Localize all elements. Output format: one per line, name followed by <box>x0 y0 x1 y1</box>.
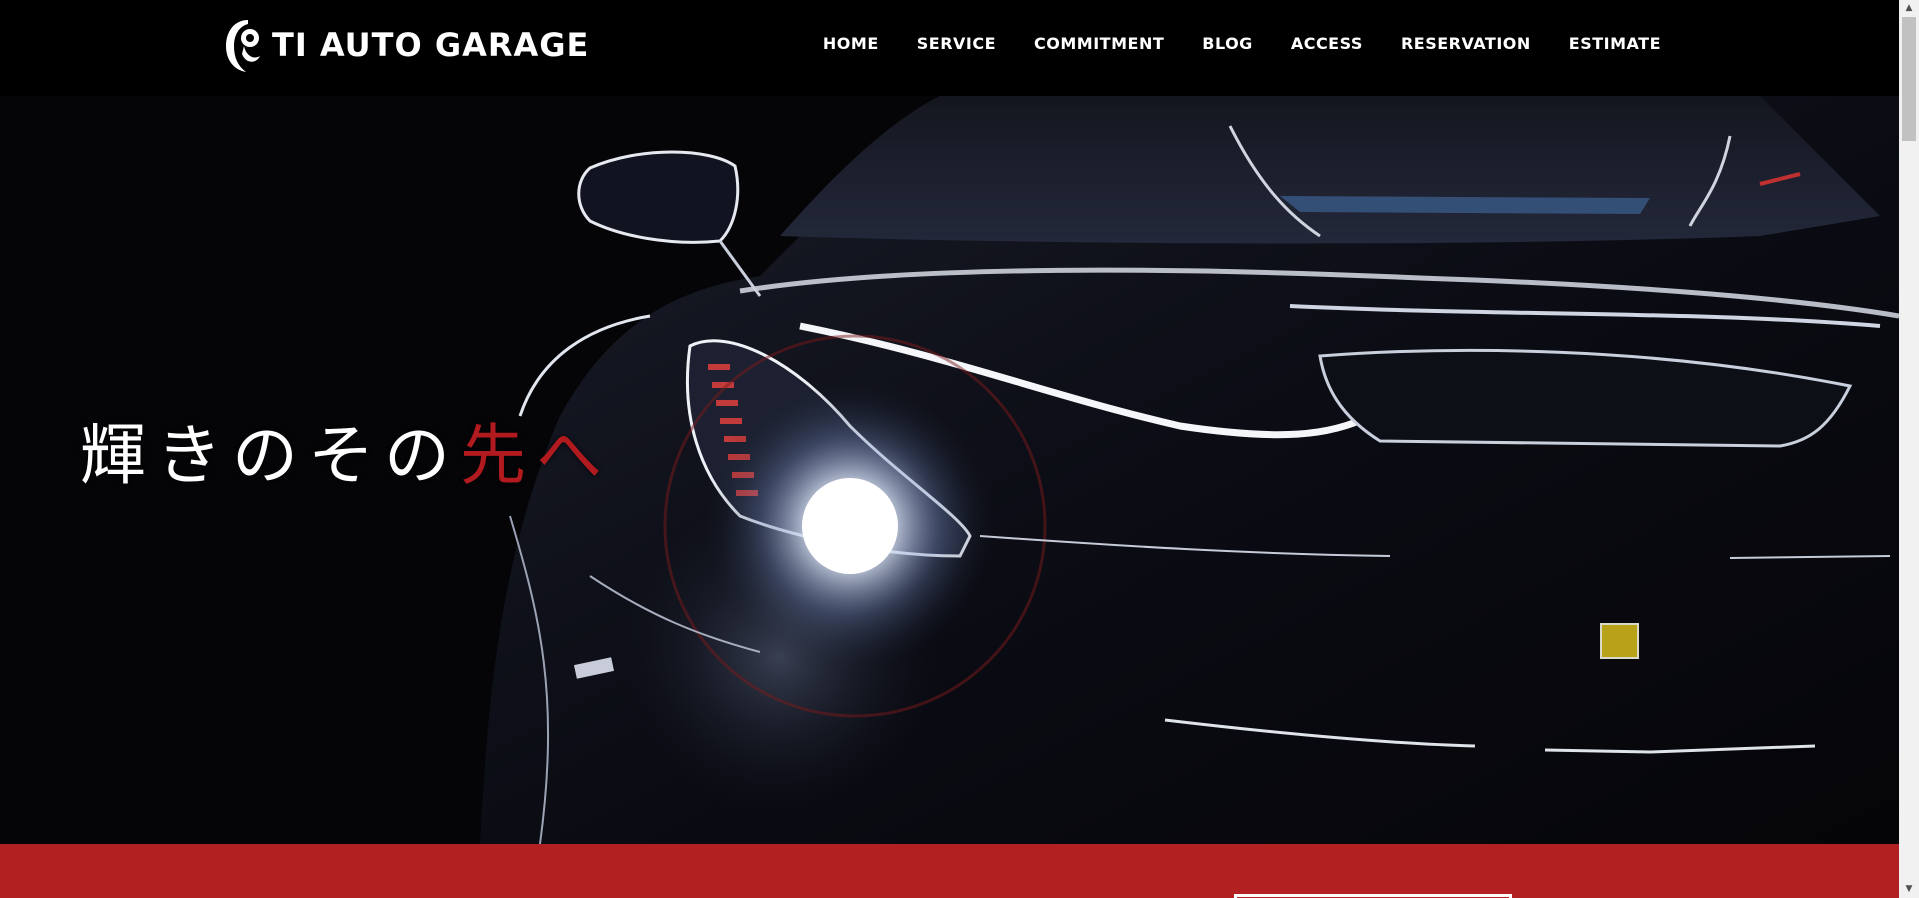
nav-blog[interactable]: BLOG <box>1202 34 1253 53</box>
scrollbar-thumb[interactable] <box>1902 17 1916 141</box>
nav-access[interactable]: ACCESS <box>1291 34 1363 53</box>
hero-banner: 輝きのその先へ <box>0 96 1899 844</box>
nav-reservation[interactable]: RESERVATION <box>1401 34 1531 53</box>
red-info-band <box>0 844 1899 898</box>
logo-mark-icon <box>226 20 260 72</box>
site-logo[interactable]: TI AUTO GARAGE <box>224 16 589 74</box>
nav-home[interactable]: HOME <box>823 34 879 53</box>
hero-tagline: 輝きのその先へ <box>80 402 612 498</box>
tagline-accent-text: 先へ <box>460 417 612 494</box>
vertical-scrollbar[interactable]: ▲ ▼ <box>1899 0 1919 898</box>
tagline-main-text: 輝きのその <box>80 417 460 494</box>
main-nav: HOME SERVICE COMMITMENT BLOG ACCESS RESE… <box>823 34 1661 53</box>
site-header: TI AUTO GARAGE HOME SERVICE COMMITMENT B… <box>0 0 1899 96</box>
nav-service[interactable]: SERVICE <box>917 34 996 53</box>
nav-estimate[interactable]: ESTIMATE <box>1569 34 1661 53</box>
scroll-down-arrow-icon[interactable]: ▼ <box>1899 881 1919 898</box>
scroll-up-arrow-icon[interactable]: ▲ <box>1899 0 1919 17</box>
page: TI AUTO GARAGE HOME SERVICE COMMITMENT B… <box>0 0 1919 898</box>
logo-text: TI AUTO GARAGE <box>272 26 590 64</box>
nav-commitment[interactable]: COMMITMENT <box>1034 34 1164 53</box>
band-button-outline[interactable] <box>1234 894 1512 898</box>
